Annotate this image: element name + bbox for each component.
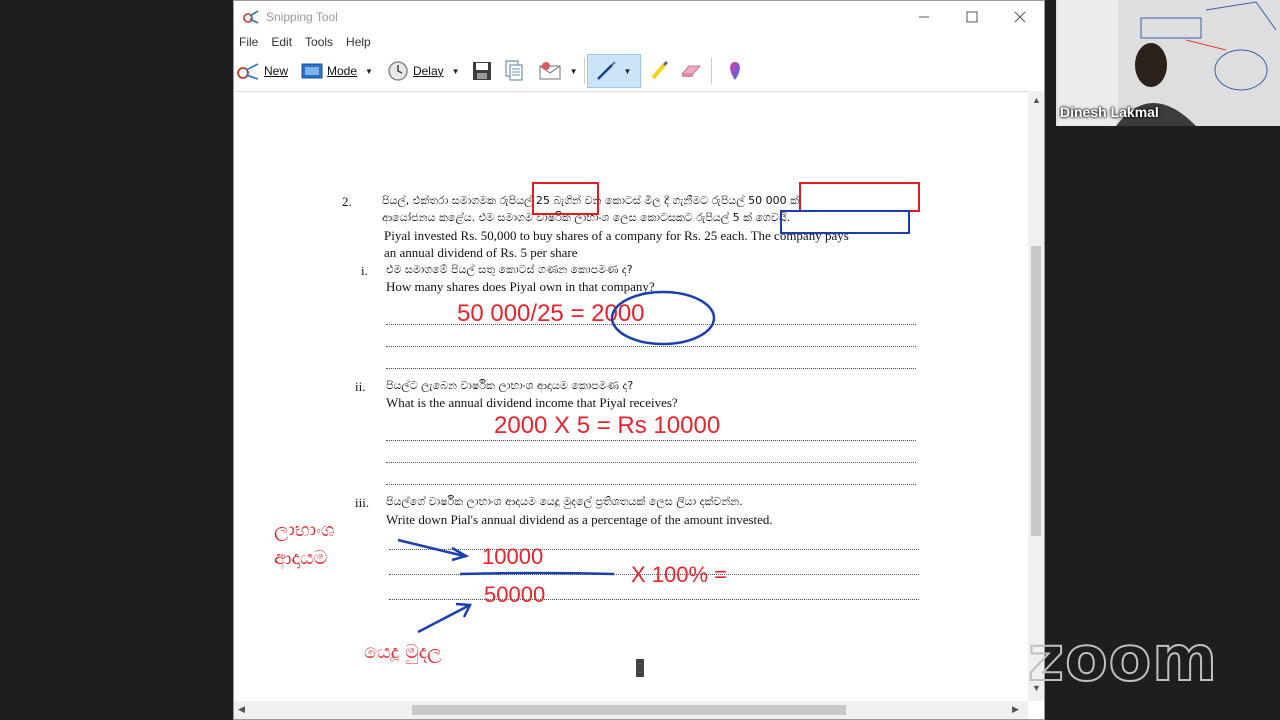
toolbar-separator	[583, 58, 585, 84]
participant-name: Dinesh Lakmal	[1060, 104, 1159, 120]
eraser-button[interactable]	[679, 56, 703, 86]
send-dropdown-icon[interactable]: ▼	[570, 67, 578, 76]
send-snip-button[interactable]: ▼	[538, 56, 578, 86]
horizontal-scrollbar[interactable]: ◀ ▶	[234, 701, 1028, 719]
screen: Snipping Tool File Edit Tools Help New M…	[0, 0, 1280, 720]
copy-icon	[504, 60, 523, 81]
paint3d-icon	[729, 62, 740, 80]
label-investment: යෙදූ මුදල	[364, 641, 442, 663]
window-title: Snipping Tool	[266, 10, 338, 24]
paint3d-button[interactable]	[726, 56, 744, 86]
scroll-right-icon[interactable]: ▶	[1012, 704, 1019, 715]
times-100-percent: X 100% =	[631, 562, 728, 587]
snipping-tool-window: Snipping Tool File Edit Tools Help New M…	[233, 0, 1045, 720]
mode-dropdown-icon[interactable]: ▼	[365, 67, 373, 76]
menu-bar: File Edit Tools Help	[234, 33, 384, 51]
close-icon	[1014, 11, 1026, 23]
label-dividend-line2: ආදායම	[274, 547, 328, 569]
answer-line	[386, 440, 916, 441]
close-button[interactable]	[996, 1, 1044, 33]
new-snip-button[interactable]: New	[236, 56, 288, 86]
highlighter-icon	[650, 60, 668, 80]
arrow-to-numerator-icon	[397, 538, 470, 562]
clock-icon	[388, 61, 408, 81]
eraser-icon	[680, 65, 701, 77]
fraction-denominator: 50000	[484, 582, 546, 607]
circle-annotation	[610, 290, 716, 346]
snipping-tool-app-icon	[243, 10, 259, 24]
part-i-sinhala: එම සමාගමේ පියල් සතු කොටස් ගණන කොපමණ ද?	[386, 263, 633, 276]
toolbar-separator-2	[710, 58, 712, 84]
zoom-logo: zoom	[1027, 621, 1218, 696]
scroll-up-icon[interactable]: ▲	[1032, 95, 1041, 105]
horizontal-scroll-thumb[interactable]	[412, 705, 846, 715]
copy-button[interactable]	[504, 56, 524, 86]
part-iii-number: iii.	[355, 495, 370, 510]
menu-tools[interactable]: Tools	[305, 35, 333, 49]
mode-button[interactable]: Mode ▼	[301, 56, 373, 86]
part-iii-english: Write down Pial's annual dividend as a p…	[386, 512, 773, 527]
highlight-box-rs25	[532, 182, 599, 215]
part-i-number: i.	[361, 263, 368, 278]
maximize-icon	[966, 11, 978, 23]
delay-dropdown-icon[interactable]: ▼	[452, 67, 460, 76]
vertical-scroll-thumb[interactable]	[1031, 246, 1041, 536]
scroll-left-icon[interactable]: ◀	[238, 704, 245, 715]
rectangle-mode-icon	[301, 63, 323, 79]
save-icon	[472, 62, 491, 80]
mode-label: Mode	[327, 64, 358, 78]
save-button[interactable]	[472, 56, 492, 86]
answer-line	[386, 368, 916, 369]
new-label: New	[264, 64, 289, 78]
answer-line	[386, 484, 916, 485]
maximize-button[interactable]	[948, 1, 996, 33]
highlight-box-rs50000	[799, 182, 920, 212]
part-ii-number: ii.	[355, 379, 366, 394]
fraction-numerator: 10000	[482, 544, 544, 569]
delay-button[interactable]: Delay ▼	[387, 56, 460, 86]
menu-file[interactable]: File	[239, 35, 258, 49]
arrow-to-denominator-icon	[417, 602, 472, 634]
pen-dropdown-icon[interactable]: ▼	[624, 67, 632, 76]
part-iii-sinhala: පියල්ගේ වාර්ෂික ලාභාංශ ආදායම යෙදූ මුදලේ …	[386, 495, 743, 508]
toolbar: New Mode ▼ Delay ▼ ▼ ▼	[234, 53, 1044, 89]
highlighter-button[interactable]	[649, 56, 671, 86]
question-english-line2: an annual dividend of Rs. 5 per share	[384, 245, 578, 260]
highlight-box-rs5	[780, 210, 910, 234]
answer-line	[386, 462, 916, 463]
menu-edit[interactable]: Edit	[271, 35, 292, 49]
minimize-button[interactable]	[900, 1, 948, 33]
snip-canvas: 2. පියල්, එක්තරා සමාගමක රුපියල් 25 බැගින…	[234, 91, 1028, 701]
pen-tool-button[interactable]: ▼	[586, 54, 641, 88]
part-ii-sinhala: පියල්ට ලැබෙන වාර්ෂික ලාභාංශ ආදායම කොපමණ …	[386, 379, 634, 392]
label-dividend-line1: ලාභාංශ	[274, 519, 335, 541]
text-cursor-icon	[634, 657, 646, 679]
vertical-scrollbar[interactable]: ▲ ▼	[1028, 91, 1044, 701]
delay-label: Delay	[412, 64, 444, 78]
participant-video[interactable]: Dinesh Lakmal	[1056, 0, 1280, 126]
minimize-icon	[919, 16, 929, 18]
fraction-line	[459, 571, 615, 576]
envelope-icon	[538, 62, 561, 80]
pen-icon	[596, 61, 616, 80]
title-bar: Snipping Tool	[234, 1, 1044, 33]
question-number: 2.	[342, 194, 352, 209]
menu-help[interactable]: Help	[346, 35, 371, 49]
scissors-icon	[237, 63, 259, 80]
answer-ii-handwritten: 2000 X 5 = Rs 10000	[494, 412, 721, 439]
part-ii-english: What is the annual dividend income that …	[386, 395, 678, 410]
